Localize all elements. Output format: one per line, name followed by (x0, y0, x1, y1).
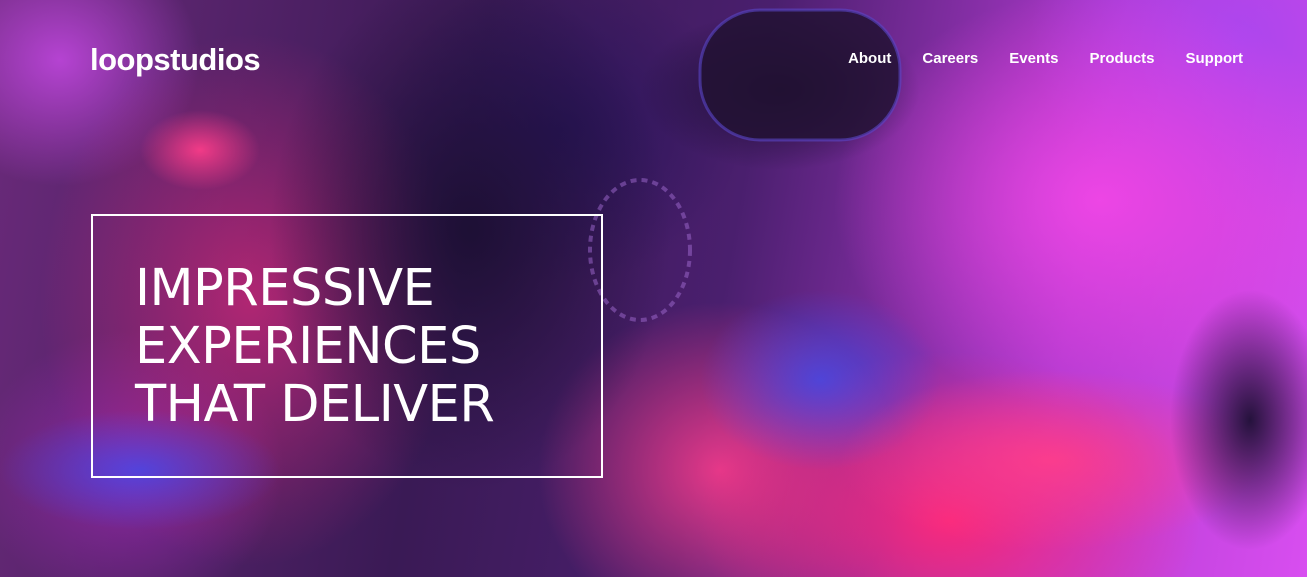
nav-link-careers[interactable]: Careers (922, 50, 978, 68)
nav-link-about[interactable]: About (848, 50, 891, 68)
nav-link-support[interactable]: Support (1186, 50, 1244, 68)
headline-line-1: IMPRESSIVE (135, 259, 435, 318)
main-nav: About Careers Events Products Support (848, 50, 1243, 68)
hero-headline-box: IMPRESSIVE EXPERIENCES THAT DELIVER (91, 214, 603, 478)
headline-line-3: THAT DELIVER (135, 375, 495, 434)
headline-line-2: EXPERIENCES (135, 317, 481, 376)
hero-section: loopstudios About Careers Events Product… (0, 0, 1307, 577)
site-header: loopstudios About Careers Events Product… (0, 0, 1307, 120)
nav-link-products[interactable]: Products (1089, 50, 1154, 68)
hero-headline: IMPRESSIVE EXPERIENCES THAT DELIVER (135, 260, 561, 434)
logo[interactable]: loopstudios (90, 44, 261, 75)
nav-link-events[interactable]: Events (1009, 50, 1058, 68)
